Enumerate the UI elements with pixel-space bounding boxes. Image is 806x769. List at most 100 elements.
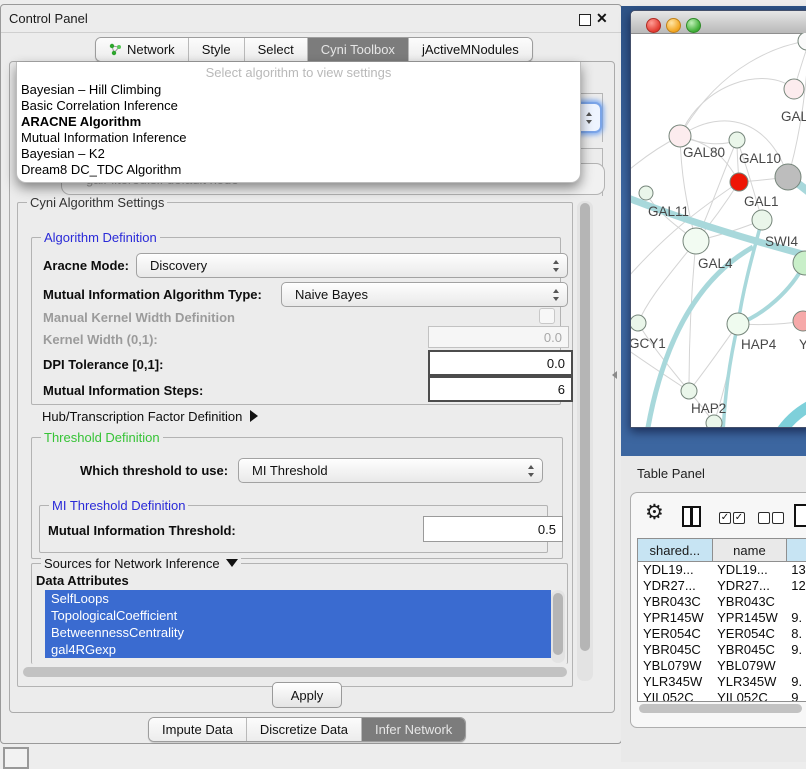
table-cell: YPR145W: [638, 610, 712, 626]
gear-icon[interactable]: ⚙: [645, 502, 664, 523]
hub-definition-toggle[interactable]: Hub/Transcription Factor Definition: [42, 409, 258, 424]
node-red[interactable]: [730, 173, 748, 191]
zoom-traffic-light-icon[interactable]: [686, 18, 701, 33]
node-pink-right[interactable]: [784, 79, 804, 99]
aracne-mode-combo[interactable]: Discovery: [136, 253, 568, 278]
tab-discretize-data[interactable]: Discretize Data: [247, 718, 362, 741]
mi-algorithm-type-combo[interactable]: Naive Bayes: [281, 282, 568, 307]
table-panel-title: Table Panel: [637, 466, 705, 481]
node-label-hap2: HAP2: [691, 401, 726, 416]
settings-vscrollbar-thumb[interactable]: [580, 203, 590, 651]
node-gal80[interactable]: [669, 125, 691, 147]
spinner-arrows-icon: [528, 465, 535, 477]
table-row[interactable]: YPR145WYPR145W9.: [638, 610, 806, 626]
checked-checkbox-icon[interactable]: ✓: [733, 512, 745, 524]
table-cell: 12: [786, 578, 806, 594]
tab-network[interactable]: Network: [96, 38, 189, 61]
tab-infer-network[interactable]: Infer Network: [362, 718, 465, 741]
node-hap4[interactable]: [727, 313, 749, 335]
list-scrollbar-thumb[interactable]: [553, 593, 563, 655]
node-top-right[interactable]: [798, 33, 806, 50]
table-cell: 9.: [786, 642, 806, 658]
which-threshold-combo[interactable]: MI Threshold: [238, 458, 543, 483]
close-icon[interactable]: ✕: [596, 10, 608, 27]
node-gal4[interactable]: [683, 228, 709, 254]
document-icon[interactable]: [794, 504, 806, 527]
table-cell: YIL052C: [712, 690, 786, 701]
top-tab-bar: NetworkStyleSelect Cyni Toolbox jActiveMNo…: [95, 37, 533, 62]
tab-jactivemnodules[interactable]: jActiveMNodules: [409, 38, 532, 61]
table-panel-box: ⚙ ✓ ✓ shared...nameA YDL19...YDL19...13Y…: [630, 492, 806, 728]
table-cell: YDL19...: [638, 562, 712, 578]
tab-label: Cyni Toolbox: [321, 42, 395, 57]
table-cell: 9.: [786, 674, 806, 690]
table-cell: YBL079W: [712, 658, 786, 674]
column-view-icon[interactable]: [682, 506, 701, 527]
table-row[interactable]: YBL079WYBL079W: [638, 658, 806, 674]
node-salmon[interactable]: [793, 311, 806, 331]
tab-style[interactable]: Style: [189, 38, 245, 61]
table-row[interactable]: YDL19...YDL19...13: [638, 562, 806, 578]
table-row[interactable]: YDR27...YDR27...12: [638, 578, 806, 594]
settings-group-title: Cyni Algorithm Settings: [27, 195, 167, 210]
mi-threshold-input[interactable]: 0.5: [423, 516, 563, 542]
float-window-icon[interactable]: [579, 14, 591, 26]
table-cell: YDR27...: [712, 578, 786, 594]
mi-steps-label: Mutual Information Steps:: [43, 383, 203, 398]
data-attribute-item-selfloops[interactable]: SelfLoops: [45, 590, 551, 607]
data-attribute-item-topologicalcoefficient[interactable]: TopologicalCoefficient: [45, 607, 551, 624]
table-header-shared-[interactable]: shared...: [638, 539, 713, 562]
which-threshold-value: MI Threshold: [252, 463, 328, 478]
apply-button[interactable]: Apply: [272, 682, 342, 708]
dpi-tolerance-input[interactable]: 0.0: [428, 350, 573, 376]
list-scrollbar-track[interactable]: [551, 590, 565, 663]
tab-impute-data[interactable]: Impute Data: [149, 718, 247, 741]
data-attributes-list[interactable]: SelfLoopsTopologicalCoefficientBetweenne…: [45, 590, 551, 663]
network-canvas[interactable]: GALGAL80GAL10GAL11GAL1SWI4GAL4GCY1HAP4YH…: [631, 33, 806, 427]
table-row[interactable]: YER054CYER054C8.: [638, 626, 806, 642]
tab-cyni-toolbox[interactable]: Cyni Toolbox: [308, 38, 409, 61]
minimized-panel-icon[interactable]: [3, 747, 29, 769]
dropdown-item-bayesian-k2[interactable]: Bayesian – K2: [17, 146, 580, 162]
node-gray[interactable]: [775, 164, 801, 190]
table-cell: YLR345W: [712, 674, 786, 690]
unchecked-checkbox-icon[interactable]: [772, 512, 784, 524]
dropdown-item-mutual-information-inference[interactable]: Mutual Information Inference: [17, 130, 580, 146]
table-row[interactable]: YBR045CYBR045C9.: [638, 642, 806, 658]
close-traffic-light-icon[interactable]: [646, 18, 661, 33]
node-label-gal4: GAL4: [698, 256, 733, 271]
table-header-name[interactable]: name: [713, 539, 788, 562]
table-row[interactable]: YBR043CYBR043C: [638, 594, 806, 610]
table-header-a[interactable]: A: [787, 539, 806, 562]
checked-checkbox-icon[interactable]: ✓: [719, 512, 731, 524]
settings-hscrollbar-thumb[interactable]: [23, 667, 567, 677]
node-bottom[interactable]: [706, 415, 722, 427]
table-cell: [786, 594, 806, 610]
settings-vscrollbar-track[interactable]: [577, 201, 593, 681]
spinner-arrows-icon: [586, 112, 593, 124]
mi-steps-input[interactable]: 6: [428, 376, 573, 402]
table-hscrollbar-thumb[interactable]: [639, 704, 802, 713]
data-attribute-item-betweennesscentrality[interactable]: BetweennessCentrality: [45, 624, 551, 641]
node-gal11[interactable]: [639, 186, 653, 200]
table-row[interactable]: YIL052CYIL052C9: [638, 690, 806, 701]
table-row[interactable]: YLR345WYLR345W9.: [638, 674, 806, 690]
dropdown-item-dream8-dc-tdc-algorithm[interactable]: Dream8 DC_TDC Algorithm: [17, 162, 580, 178]
dropdown-item-basic-correlation-inference[interactable]: Basic Correlation Inference: [17, 98, 580, 114]
tab-select[interactable]: Select: [245, 38, 308, 61]
dropdown-item-aracne-algorithm[interactable]: ARACNE Algorithm: [17, 114, 580, 130]
node-gal1[interactable]: [752, 210, 772, 230]
dropdown-item-bayesian-hill-climbing[interactable]: Bayesian – Hill Climbing: [17, 82, 580, 98]
minimize-traffic-light-icon[interactable]: [666, 18, 681, 33]
node-gcy1[interactable]: [631, 315, 646, 331]
table-body: YDL19...YDL19...13YDR27...YDR27...12YBR0…: [638, 562, 806, 701]
panel-divider-collapse-icon[interactable]: [612, 371, 617, 379]
sources-toggle[interactable]: Sources for Network Inference: [41, 556, 241, 571]
manual-kernel-width-checkbox[interactable]: [539, 308, 555, 324]
node-gal10[interactable]: [729, 132, 745, 148]
node-hap2[interactable]: [681, 383, 697, 399]
data-attributes-label: Data Attributes: [36, 573, 129, 588]
unchecked-checkbox-icon[interactable]: [758, 512, 770, 524]
data-attribute-item-gal4rgexp[interactable]: gal4RGexp: [45, 641, 551, 658]
kernel-width-input[interactable]: 0.0: [428, 326, 569, 348]
